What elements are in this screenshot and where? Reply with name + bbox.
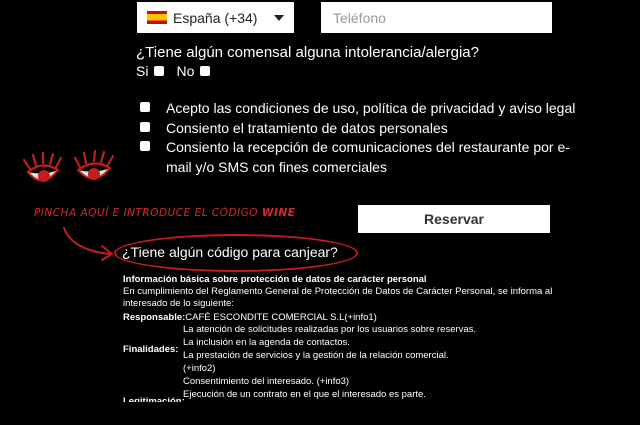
allergy-question: ¿Tiene algún comensal alguna intoleranci… [136,44,479,61]
consent-data-label: Consiento el tratamiento de datos person… [166,120,448,136]
finalidades-label: Finalidades: [123,344,179,355]
allergy-yes-checkbox[interactable] [154,66,165,76]
consent-terms-row: Acepto las condiciones de uso, política … [140,98,575,118]
consent-marketing-row: Consiento la recepción de comunicaciones… [140,137,570,157]
finalidad-1: La atención de solicitudes realizadas po… [183,324,477,335]
legitimacion-1: Consentimiento del interesado. (+info3) [183,376,350,387]
responsable-label: Responsable: [123,312,186,323]
allergy-no-checkbox[interactable] [200,66,211,76]
consent-data-checkbox[interactable] [140,122,150,132]
finalidad-info2[interactable]: (+info2) [183,363,215,375]
consent-marketing-label: Consiento la recepción de comunicaciones… [166,139,570,155]
consent-marketing-checkbox[interactable] [140,141,150,151]
spain-flag-icon [147,11,167,24]
data-info-intro: En cumplimiento del Reglamento General d… [123,286,553,309]
allergy-options: Si No [136,63,211,79]
country-code-value: España (+34) [173,9,258,26]
finalidad-3: La prestación de servicios y la gestión … [183,350,449,361]
phone-input[interactable] [321,2,552,33]
responsable-value: CAFÉ ESCONDITE COMERCIAL S.L(+info1) [185,312,377,323]
finalidad-2: La inclusión en la agenda de contactos. [183,337,350,348]
arrow-doodle-icon [63,227,113,261]
eyes-drawing-icon [22,149,115,182]
consent-terms-checkbox[interactable] [140,102,150,112]
data-info-title: Información básica sobre protección de d… [123,274,427,285]
legitimacion-label: Legitimación: [123,396,185,402]
reserve-button[interactable]: Reservar [358,205,550,233]
promo-hint: PINCHA AQUÍ E INTRODUCE EL CÓDIGO WINE [34,207,295,219]
consent-marketing-label-cont: mail y/o SMS con fines comerciales [166,159,387,175]
country-code-select[interactable]: España (+34) [137,2,294,33]
legitimacion-2: Ejecución de un contrato en el que el in… [183,389,426,400]
promo-hint-text: PINCHA AQUÍ E INTRODUCE EL CÓDIGO [34,207,259,219]
promo-code: WINE [261,207,296,219]
coupon-link[interactable]: ¿Tiene algún código para canjear? [122,244,338,260]
consent-terms-label: Acepto las condiciones de uso, política … [166,100,576,116]
allergy-yes-label: Si [136,63,149,79]
responsable-row: Responsable:CAFÉ ESCONDITE COMERCIAL S.L… [123,312,377,324]
chevron-down-icon [274,14,284,21]
consent-data-row: Consiento el tratamiento de datos person… [140,118,448,138]
allergy-no-label: No [176,63,195,79]
